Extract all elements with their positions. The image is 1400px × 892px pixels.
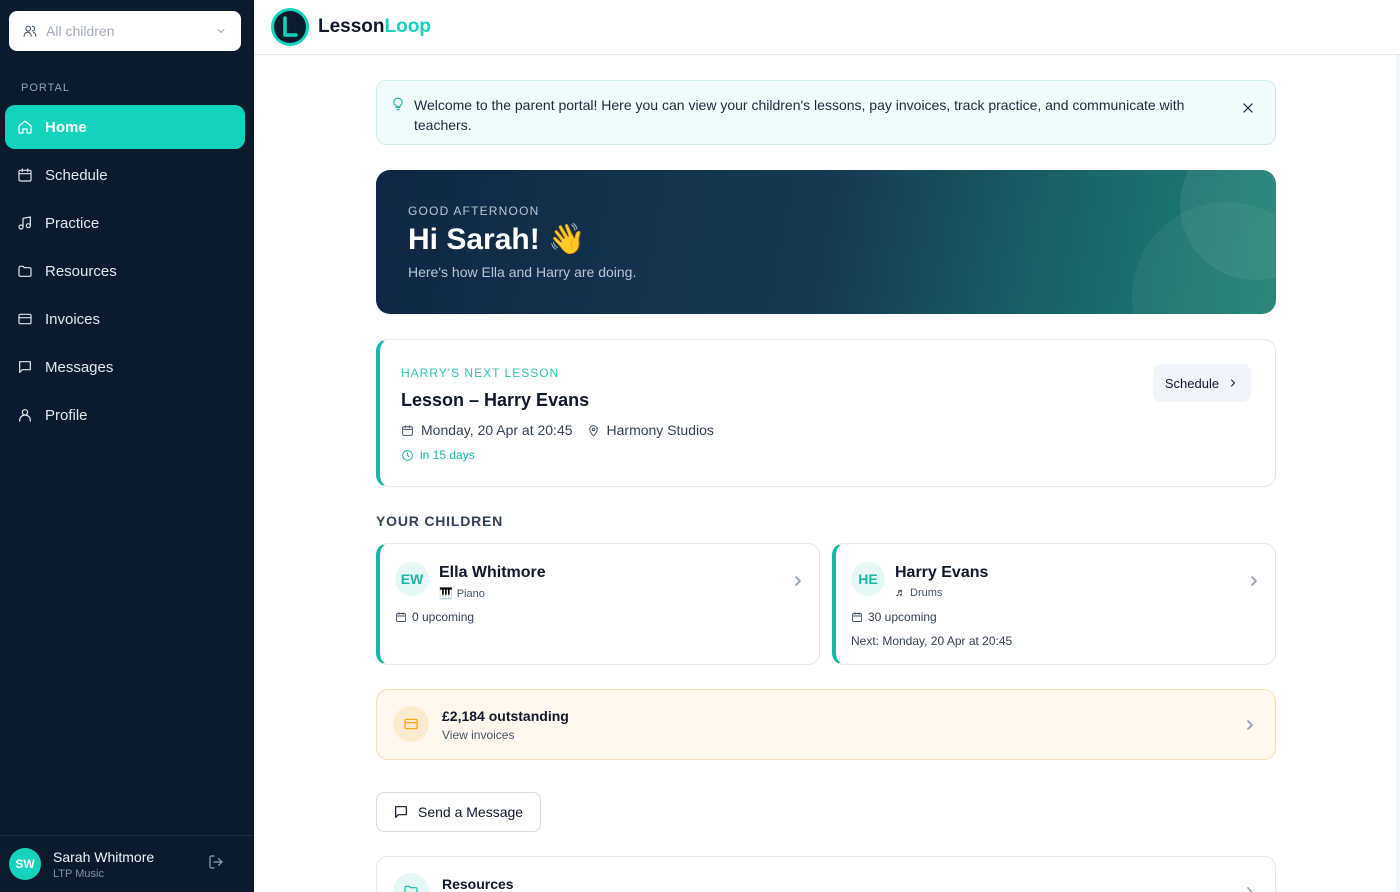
next-lesson-meta: Monday, 20 Apr at 20:45 Harmony Studios [401,422,714,438]
child-avatar: HE [851,562,885,596]
portal-section-label: PORTAL [21,82,70,94]
close-icon[interactable] [1241,101,1255,115]
upcoming-count: 30 upcoming [868,610,937,624]
user-footer: SW Sarah Whitmore LTP Music [0,835,254,892]
message-icon [393,804,418,820]
chevron-right-icon [1245,718,1255,736]
home-icon [17,119,33,135]
sidebar-item-profile[interactable]: Profile [5,393,245,437]
countdown-text: in 15 days [420,448,475,462]
child-selector-label: All children [46,23,115,39]
greeting-subtitle: Here's how Ella and Harry are doing. [408,264,637,280]
credit-card-icon [17,311,33,327]
schedule-button[interactable]: Schedule [1153,364,1251,402]
sidebar-item-label: Schedule [45,166,108,184]
child-selector[interactable]: All children [9,11,241,51]
top-header: LessonLoop [254,0,1400,55]
piano-icon: 🎹 [439,588,453,600]
sidebar-item-invoices[interactable]: Invoices [5,297,245,341]
logo-icon[interactable] [270,7,310,47]
user-icon [17,407,33,423]
next-lesson-countdown: in 15 days [401,448,475,462]
resources-card-title: Resources [442,876,514,892]
child-next-lesson: Next: Monday, 20 Apr at 20:45 [851,634,1013,648]
brand-name: LessonLoop [318,16,431,38]
map-pin-icon [587,424,600,437]
child-name: Harry Evans [895,564,989,581]
send-message-button[interactable]: Send a Message [376,792,541,832]
child-upcoming: 30 upcoming [851,610,937,624]
chevron-right-icon [1219,377,1239,389]
chevron-down-icon [215,25,227,37]
lightbulb-icon [391,96,405,112]
next-lesson-location: Harmony Studios [606,422,714,438]
sidebar-item-practice[interactable]: Practice [5,201,245,245]
next-lesson-label: HARRY'S NEXT LESSON [401,366,560,380]
next-lesson-title: Lesson – Harry Evans [401,390,590,410]
calendar-icon [401,424,414,437]
sidebar-item-messages[interactable]: Messages [5,345,245,389]
calendar-icon [851,611,868,623]
folder-icon [393,873,429,892]
instrument-label: Drums [910,587,943,599]
decorative-circle [1132,202,1276,314]
sidebar-item-label: Home [45,118,87,136]
users-icon [23,24,37,38]
sidebar-item-label: Profile [45,406,88,424]
next-lesson-datetime: Monday, 20 Apr at 20:45 [421,422,573,438]
brand-accent: Loop [384,16,431,37]
outstanding-amount: £2,184 outstanding [442,708,569,724]
next-lesson-card: HARRY'S NEXT LESSON Lesson – Harry Evans… [376,339,1276,487]
child-name: Ella Whitmore [439,564,546,581]
sidebar-item-schedule[interactable]: Schedule [5,153,245,197]
children-section-title: YOUR CHILDREN [376,513,504,529]
child-avatar: EW [395,562,429,596]
message-icon [17,359,33,375]
sidebar-item-resources[interactable]: Resources [5,249,245,293]
sidebar-item-label: Messages [45,358,114,376]
greeting-hero: GOOD AFTERNOON Hi Sarah! 👋 Here's how El… [376,170,1276,314]
child-instrument: ♬ Drums [895,587,942,599]
clock-icon [401,449,414,462]
avatar[interactable]: SW [9,848,41,880]
view-invoices-link[interactable]: View invoices [442,728,514,742]
welcome-text: Welcome to the parent portal! Here you c… [414,97,1185,133]
chevron-right-icon [793,574,803,586]
logout-icon[interactable] [208,854,228,874]
sidebar-item-label: Practice [45,214,100,232]
sidebar: All children PORTAL Home Schedule Practi… [0,0,254,892]
send-message-label: Send a Message [418,804,524,820]
chevron-right-icon [1245,885,1255,892]
sidebar-item-home[interactable]: Home [5,105,245,149]
sidebar-nav: Home Schedule Practice Resources Invoice… [5,105,245,441]
user-name: Sarah Whitmore [53,848,155,865]
child-card-ella[interactable]: EW Ella Whitmore 🎹 Piano 0 upcoming [376,543,820,665]
calendar-icon [17,167,33,183]
music-note-icon [17,215,33,231]
welcome-banner: Welcome to the parent portal! Here you c… [376,80,1276,145]
credit-card-icon [393,706,429,742]
drums-icon: ♬ [895,587,906,599]
page-scrollbar[interactable] [1396,55,1400,892]
calendar-icon [395,611,412,623]
child-upcoming: 0 upcoming [395,610,474,624]
child-card-harry[interactable]: HE Harry Evans ♬ Drums 30 upcoming Next:… [832,543,1276,665]
child-instrument: 🎹 Piano [439,587,485,601]
sidebar-item-label: Resources [45,262,117,280]
upcoming-count: 0 upcoming [412,610,475,624]
chevron-right-icon [1249,574,1259,586]
outstanding-invoices-card[interactable]: £2,184 outstanding View invoices [376,689,1276,760]
brand-main: Lesson [318,16,385,37]
user-org: LTP Music [53,867,104,880]
instrument-label: Piano [456,587,485,600]
folder-icon [17,263,33,279]
schedule-button-label: Schedule [1164,375,1220,391]
resources-card[interactable]: Resources [376,856,1276,892]
greeting-label: GOOD AFTERNOON [408,204,540,218]
user-info: Sarah Whitmore LTP Music [53,849,208,880]
greeting-title: Hi Sarah! 👋 [408,223,586,256]
sidebar-item-label: Invoices [45,310,101,328]
